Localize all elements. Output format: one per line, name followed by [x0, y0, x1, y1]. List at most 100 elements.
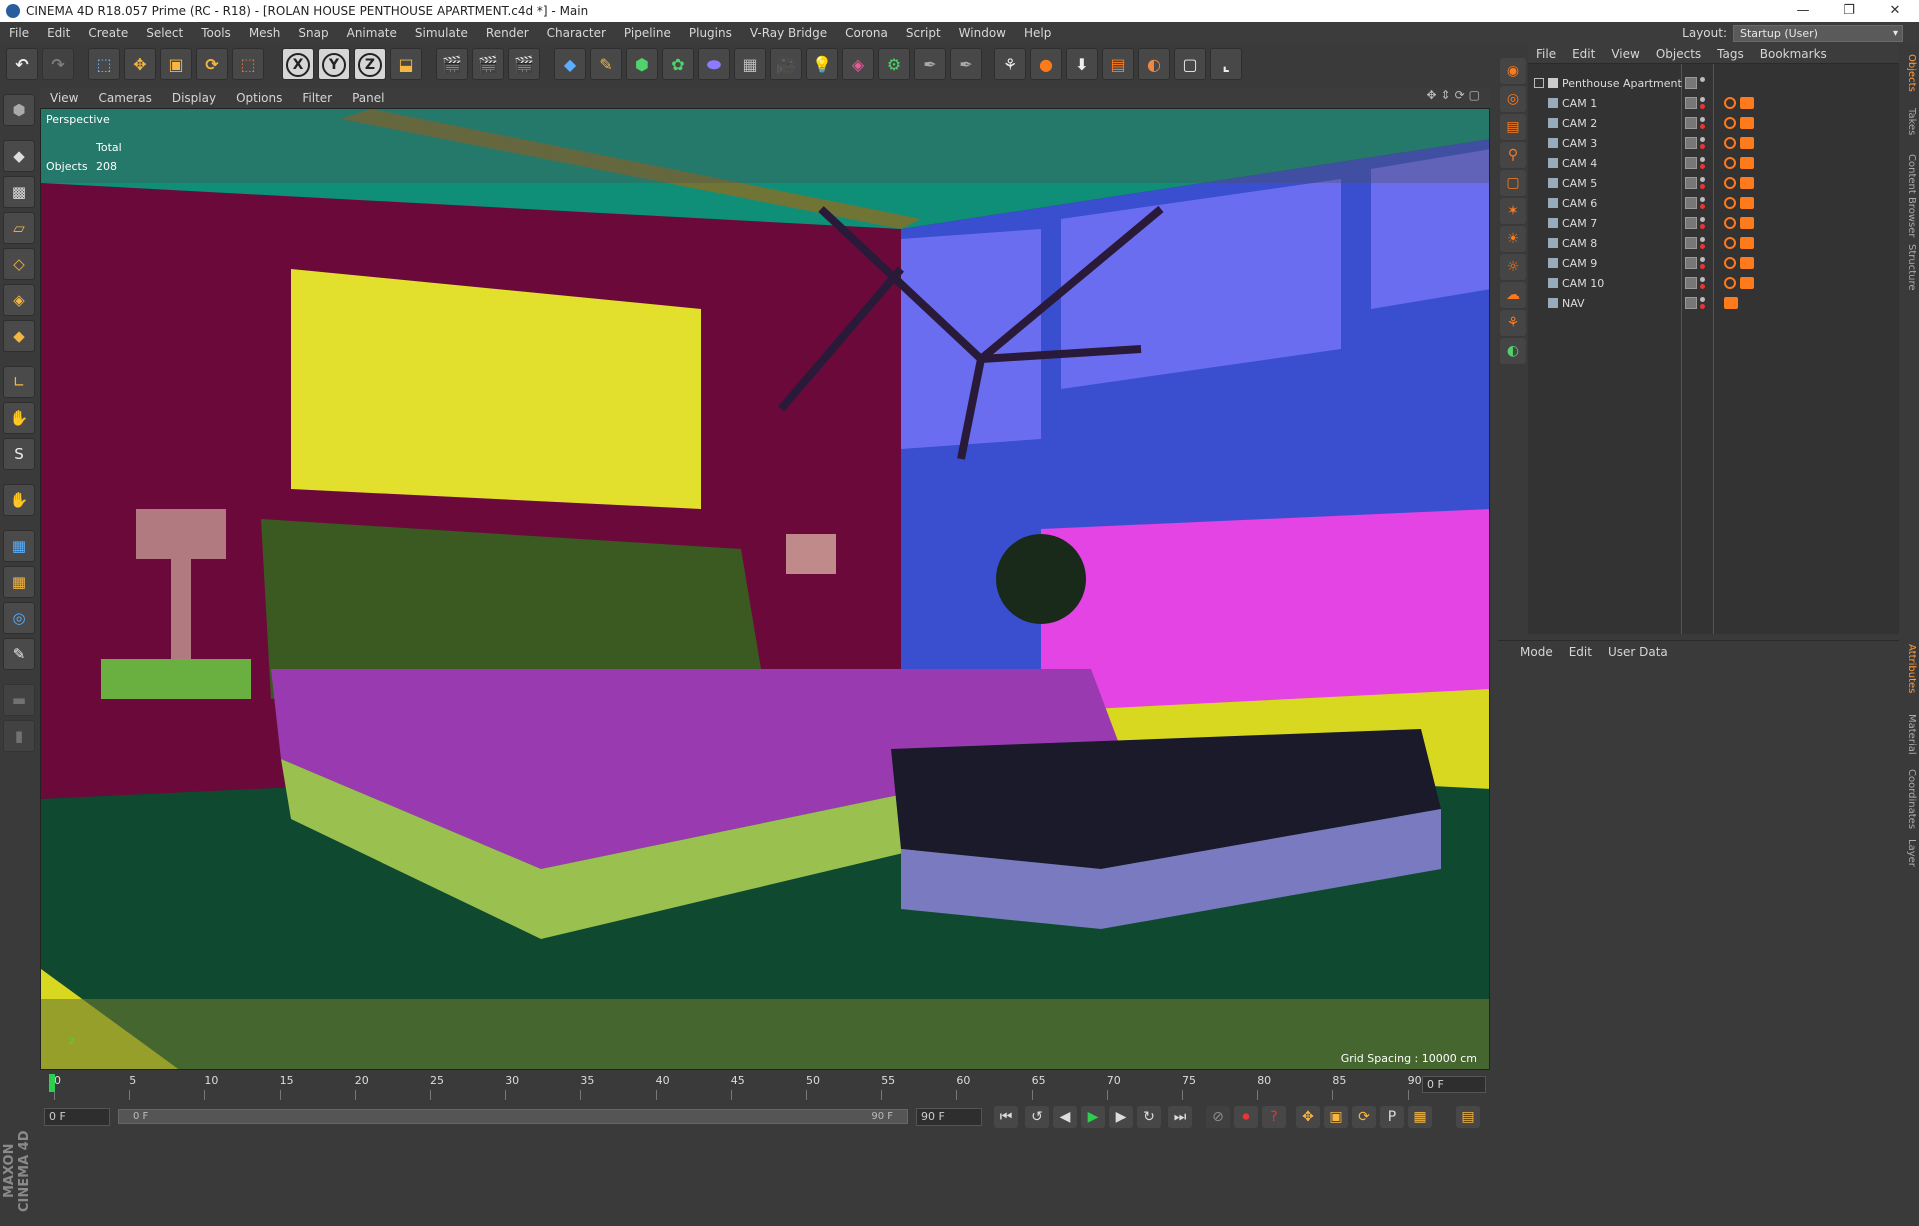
texture-mode-icon[interactable]: ▩: [3, 176, 35, 208]
menu-vray-bridge[interactable]: V-Ray Bridge: [741, 26, 836, 40]
menu-create[interactable]: Create: [79, 26, 137, 40]
sculpt-icon[interactable]: ✒: [914, 48, 946, 80]
render-visibility-dot[interactable]: [1700, 264, 1705, 269]
corona-sun-icon[interactable]: ●: [1030, 48, 1062, 80]
protection-tag-icon[interactable]: [1724, 237, 1736, 249]
goto-start-icon[interactable]: ⏮: [994, 1106, 1018, 1128]
editor-visibility-dot[interactable]: [1700, 97, 1705, 102]
knife-icon[interactable]: ▮: [3, 720, 35, 752]
move-icon[interactable]: ✥: [124, 48, 156, 80]
protection-tag-icon[interactable]: [1724, 277, 1736, 289]
editor-visibility-dot[interactable]: [1700, 257, 1705, 262]
edges-mode-icon[interactable]: ◈: [3, 284, 35, 316]
tab-layer[interactable]: Layer: [1902, 839, 1917, 867]
stairs-icon[interactable]: ▬: [3, 684, 35, 716]
editor-visibility-dot[interactable]: [1700, 297, 1705, 302]
menu-plugins[interactable]: Plugins: [680, 26, 741, 40]
viewport-menu-options[interactable]: Options: [226, 91, 292, 105]
tab-content-browser[interactable]: Content Browser: [1902, 154, 1917, 237]
viewport-menu-filter[interactable]: Filter: [292, 91, 342, 105]
z-axis-lock-icon[interactable]: Z: [354, 48, 386, 80]
tab-coordinates[interactable]: Coordinates: [1902, 769, 1917, 829]
editor-visibility-dot[interactable]: [1700, 77, 1705, 82]
visibility-toggle[interactable]: [1685, 237, 1697, 249]
scale-icon[interactable]: ▣: [160, 48, 192, 80]
menu-animate[interactable]: Animate: [338, 26, 406, 40]
light-icon[interactable]: 💡: [806, 48, 838, 80]
frame-range-slider[interactable]: 0 F 90 F: [118, 1109, 908, 1124]
key-pla-icon[interactable]: ▦: [1408, 1106, 1432, 1128]
make-editable-icon[interactable]: ⬢: [3, 94, 35, 126]
y-axis-lock-icon[interactable]: Y: [318, 48, 350, 80]
visibility-toggle[interactable]: [1685, 77, 1697, 89]
editor-visibility-dot[interactable]: [1700, 137, 1705, 142]
cloner-icon[interactable]: ✿: [662, 48, 694, 80]
coordinate-system-icon[interactable]: ⬓: [390, 48, 422, 80]
close-button[interactable]: ✕: [1872, 0, 1918, 22]
tab-takes[interactable]: Takes: [1902, 108, 1917, 135]
camera-tag-icon[interactable]: [1740, 117, 1754, 129]
corona-material-icon[interactable]: ▤: [1500, 114, 1526, 140]
menu-file[interactable]: File: [0, 26, 38, 40]
xpresso-icon[interactable]: ⚙: [878, 48, 910, 80]
menu-help[interactable]: Help: [1015, 26, 1060, 40]
om-menu-edit[interactable]: Edit: [1564, 47, 1603, 61]
next-key-icon[interactable]: ↻: [1137, 1106, 1161, 1128]
camera-tag-icon[interactable]: [1740, 217, 1754, 229]
am-menu-mode[interactable]: Mode: [1512, 645, 1561, 659]
tree-item[interactable]: CAM 8: [1528, 234, 1899, 254]
scheme-menu-icon[interactable]: ▤: [1456, 1106, 1480, 1128]
render-visibility-dot[interactable]: [1700, 104, 1705, 109]
deformer-icon[interactable]: ⬬: [698, 48, 730, 80]
menu-window[interactable]: Window: [950, 26, 1015, 40]
recent-tools-icon[interactable]: ⬚: [232, 48, 264, 80]
visibility-toggle[interactable]: [1685, 177, 1697, 189]
corona-light-icon[interactable]: ⚲: [1500, 142, 1526, 168]
editor-visibility-dot[interactable]: [1700, 237, 1705, 242]
playhead[interactable]: [49, 1074, 55, 1092]
visibility-toggle[interactable]: [1685, 217, 1697, 229]
render-visibility-dot[interactable]: [1700, 204, 1705, 209]
snap-icon[interactable]: S: [3, 438, 35, 470]
key-rotation-icon[interactable]: ⟳: [1352, 1106, 1376, 1128]
quantize-icon[interactable]: ✋: [3, 484, 35, 516]
corona-volume-icon[interactable]: ☁: [1500, 282, 1526, 308]
tree-item[interactable]: CAM 6: [1528, 194, 1899, 214]
play-icon[interactable]: ▶: [1081, 1106, 1105, 1128]
start-frame-field[interactable]: 0 F: [44, 1108, 110, 1126]
axis-mode-icon[interactable]: ∟: [3, 366, 35, 398]
floor-icon[interactable]: ▦: [734, 48, 766, 80]
render-picture-viewer-icon[interactable]: 🎬: [472, 48, 504, 80]
render-visibility-dot[interactable]: [1700, 284, 1705, 289]
end-frame-field[interactable]: 90 F: [916, 1108, 982, 1126]
camera-tag-icon[interactable]: [1724, 297, 1738, 309]
visibility-toggle[interactable]: [1685, 277, 1697, 289]
tree-item[interactable]: CAM 9: [1528, 254, 1899, 274]
tree-item[interactable]: CAM 7: [1528, 214, 1899, 234]
restore-button[interactable]: ❐: [1826, 0, 1872, 22]
pen-spline-icon[interactable]: ✎: [590, 48, 622, 80]
menu-corona[interactable]: Corona: [836, 26, 897, 40]
editor-visibility-dot[interactable]: [1700, 217, 1705, 222]
brush-icon[interactable]: ✎: [3, 638, 35, 670]
render-visibility-dot[interactable]: [1700, 304, 1705, 309]
viewport-nav-icons[interactable]: ✥⇕⟳▢: [1426, 88, 1484, 102]
menu-pipeline[interactable]: Pipeline: [615, 26, 680, 40]
menu-character[interactable]: Character: [538, 26, 615, 40]
goto-end-icon[interactable]: ⏭: [1168, 1106, 1192, 1128]
tab-attributes[interactable]: Attributes: [1902, 644, 1917, 693]
tree-item[interactable]: CAM 2: [1528, 114, 1899, 134]
visibility-toggle[interactable]: [1685, 137, 1697, 149]
tree-item[interactable]: CAM 5: [1528, 174, 1899, 194]
subdivision-surface-icon[interactable]: ⬢: [626, 48, 658, 80]
autokey-icon[interactable]: ⏺: [1234, 1106, 1258, 1128]
minimize-button[interactable]: —: [1780, 0, 1826, 22]
render-visibility-dot[interactable]: [1700, 184, 1705, 189]
tab-structure[interactable]: Structure: [1902, 244, 1917, 291]
menu-simulate[interactable]: Simulate: [406, 26, 477, 40]
tree-item-root[interactable]: Penthouse Apartment: [1528, 74, 1899, 94]
tree-item[interactable]: NAV: [1528, 294, 1899, 314]
protection-tag-icon[interactable]: [1724, 117, 1736, 129]
paint-icon[interactable]: ✒: [950, 48, 982, 80]
key-scale-icon[interactable]: ▣: [1324, 1106, 1348, 1128]
